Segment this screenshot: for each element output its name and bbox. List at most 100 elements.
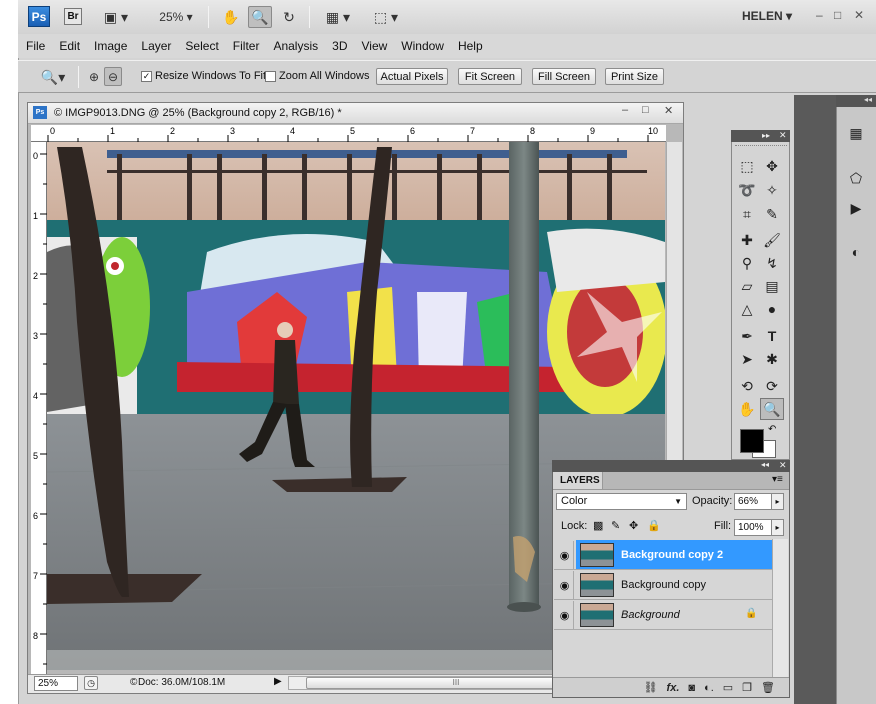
healing-brush-tool-icon[interactable]: ✚ <box>735 229 759 251</box>
dock-collapse-bar[interactable]: ◂◂ <box>836 95 876 107</box>
animation-panel-icon[interactable]: ▶ <box>842 196 870 220</box>
menu-3d[interactable]: 3D <box>332 39 347 53</box>
doc-close-button[interactable]: ✕ <box>664 104 673 117</box>
link-layers-icon[interactable]: ⛓ <box>644 681 658 694</box>
marquee-tool-icon[interactable]: ⬚ <box>735 155 759 177</box>
opacity-slider-icon[interactable]: ▸ <box>771 493 784 510</box>
layer-name[interactable]: Background <box>621 609 680 621</box>
fill-screen-button[interactable]: Fill Screen <box>532 68 596 85</box>
layers-panel-menu-icon[interactable]: ▾≡ <box>772 474 783 485</box>
tools-expand-icon[interactable]: ▸▸ <box>762 131 770 140</box>
lasso-tool-icon[interactable]: ➰ <box>735 179 759 201</box>
zoom-all-windows-checkbox[interactable] <box>265 71 276 82</box>
fill-field[interactable]: 100% <box>734 519 772 536</box>
zoom-in-icon[interactable]: ⊕ <box>86 66 102 88</box>
zoom-out-icon[interactable]: ⊖ <box>104 67 122 86</box>
layer-name[interactable]: Background copy 2 <box>621 549 723 561</box>
menu-layer[interactable]: Layer <box>141 39 171 53</box>
zoom-tool-icon[interactable]: 🔍 <box>248 6 272 28</box>
add-mask-icon[interactable]: ◙ <box>688 682 695 694</box>
screen-mode-dropdown[interactable]: ⬚ ▾ <box>368 6 404 28</box>
status-zoom-field[interactable]: 25% <box>34 676 78 691</box>
lock-transparent-icon[interactable]: ▩ <box>593 519 603 532</box>
pen-tool-icon[interactable]: ✒ <box>735 325 759 347</box>
layer-name[interactable]: Background copy <box>621 579 706 591</box>
navigator-panel-icon[interactable]: ◐ <box>842 240 870 264</box>
paths-panel-icon[interactable]: ⬠ <box>842 166 870 190</box>
menu-analysis[interactable]: Analysis <box>273 39 318 53</box>
opacity-field[interactable]: 66% <box>734 493 772 510</box>
visibility-eye-icon[interactable]: ◉ <box>556 601 574 629</box>
magic-wand-tool-icon[interactable]: ✧ <box>760 179 784 201</box>
blend-mode-select[interactable]: Color ▼ <box>556 493 687 510</box>
ruler-origin[interactable] <box>31 125 47 142</box>
menu-filter[interactable]: Filter <box>233 39 260 53</box>
minimize-button[interactable]: – <box>816 8 823 22</box>
move-tool-icon[interactable]: ✥ <box>760 155 784 177</box>
layers-scrollbar[interactable] <box>772 539 788 677</box>
adjustment-layer-icon[interactable]: ◐. <box>704 682 714 694</box>
resize-windows-checkbox[interactable]: ✓ <box>141 71 152 82</box>
gradient-tool-icon[interactable]: ▤ <box>760 275 784 297</box>
doc-minimize-button[interactable]: – <box>622 104 628 116</box>
hand-tool-panel-icon[interactable]: ✋ <box>735 398 759 420</box>
crop-tool-icon[interactable]: ⌗ <box>735 203 759 225</box>
type-tool-icon[interactable]: T <box>760 325 784 347</box>
close-button[interactable]: ✕ <box>854 8 864 22</box>
lock-all-icon[interactable]: 🔒 <box>647 519 661 532</box>
histogram-panel-icon[interactable]: ▦ <box>842 121 870 145</box>
brush-tool-icon[interactable]: 🖌 <box>760 229 784 251</box>
visibility-eye-icon[interactable]: ◉ <box>556 541 574 569</box>
lock-position-icon[interactable]: ✥ <box>629 519 638 532</box>
menu-file[interactable]: File <box>26 39 45 53</box>
swap-colors-icon[interactable]: ↶ <box>768 424 776 435</box>
3d-rotate-tool-icon[interactable]: ⟲ <box>735 375 759 397</box>
menu-help[interactable]: Help <box>458 39 483 53</box>
maximize-button[interactable]: □ <box>834 8 841 22</box>
screen-mode-button[interactable]: ▣ ▾ <box>98 6 134 28</box>
menu-edit[interactable]: Edit <box>59 39 80 53</box>
print-size-button[interactable]: Print Size <box>605 68 664 85</box>
doc-maximize-button[interactable]: □ <box>642 104 649 116</box>
menu-view[interactable]: View <box>361 39 387 53</box>
layers-panel-header[interactable] <box>552 460 790 472</box>
eyedropper-tool-icon[interactable]: ✎ <box>760 203 784 225</box>
eraser-tool-icon[interactable]: ▱ <box>735 275 759 297</box>
layer-style-icon[interactable]: fx. <box>667 682 680 694</box>
new-layer-icon[interactable]: ❐ <box>742 681 752 694</box>
zoom-level-dropdown[interactable]: 25% ▾ <box>152 6 200 28</box>
visibility-eye-icon[interactable]: ◉ <box>556 571 574 599</box>
menu-image[interactable]: Image <box>94 39 127 53</box>
path-selection-tool-icon[interactable]: ➤ <box>735 348 759 370</box>
tool-preset-picker[interactable]: 🔍▾ <box>36 66 70 88</box>
custom-shape-tool-icon[interactable]: ✱ <box>760 348 784 370</box>
menu-window[interactable]: Window <box>401 39 444 53</box>
fit-screen-button[interactable]: Fit Screen <box>458 68 522 85</box>
blur-tool-icon[interactable]: △ <box>735 298 759 320</box>
horizontal-ruler[interactable] <box>46 125 666 142</box>
layers-close-icon[interactable]: ✕ <box>779 460 787 471</box>
workspace-switcher[interactable]: HELEN ▾ <box>742 9 792 23</box>
clone-stamp-tool-icon[interactable]: ⚲ <box>735 252 759 274</box>
3d-orbit-tool-icon[interactable]: ⟳ <box>760 375 784 397</box>
bridge-button[interactable]: Br <box>64 8 82 25</box>
delete-layer-icon[interactable]: 🗑 <box>761 681 775 694</box>
hand-tool-icon[interactable]: ✋ <box>220 6 242 28</box>
status-arrow-right-icon[interactable]: ▶ <box>274 676 282 687</box>
vertical-ruler[interactable] <box>31 142 47 674</box>
history-brush-tool-icon[interactable]: ↯ <box>760 252 784 274</box>
actual-pixels-button[interactable]: Actual Pixels <box>376 68 448 85</box>
fill-slider-icon[interactable]: ▸ <box>771 519 784 536</box>
lock-image-icon[interactable]: ✎ <box>611 519 620 532</box>
dodge-tool-icon[interactable]: ● <box>760 298 784 320</box>
status-menu-icon[interactable]: ◷ <box>84 676 98 690</box>
zoom-tool-panel-icon[interactable]: 🔍 <box>760 398 784 420</box>
tools-close-icon[interactable]: ✕ <box>779 130 787 141</box>
new-group-icon[interactable]: ▭ <box>723 681 733 694</box>
menu-select[interactable]: Select <box>185 39 218 53</box>
foreground-color-swatch-front[interactable] <box>740 429 764 453</box>
layers-collapse-icon[interactable]: ◂◂ <box>761 460 769 469</box>
rotate-view-icon[interactable]: ↻ <box>278 6 300 28</box>
layers-tab[interactable]: LAYERS <box>553 472 603 489</box>
arrange-documents-button[interactable]: ▦ ▾ <box>320 6 356 28</box>
